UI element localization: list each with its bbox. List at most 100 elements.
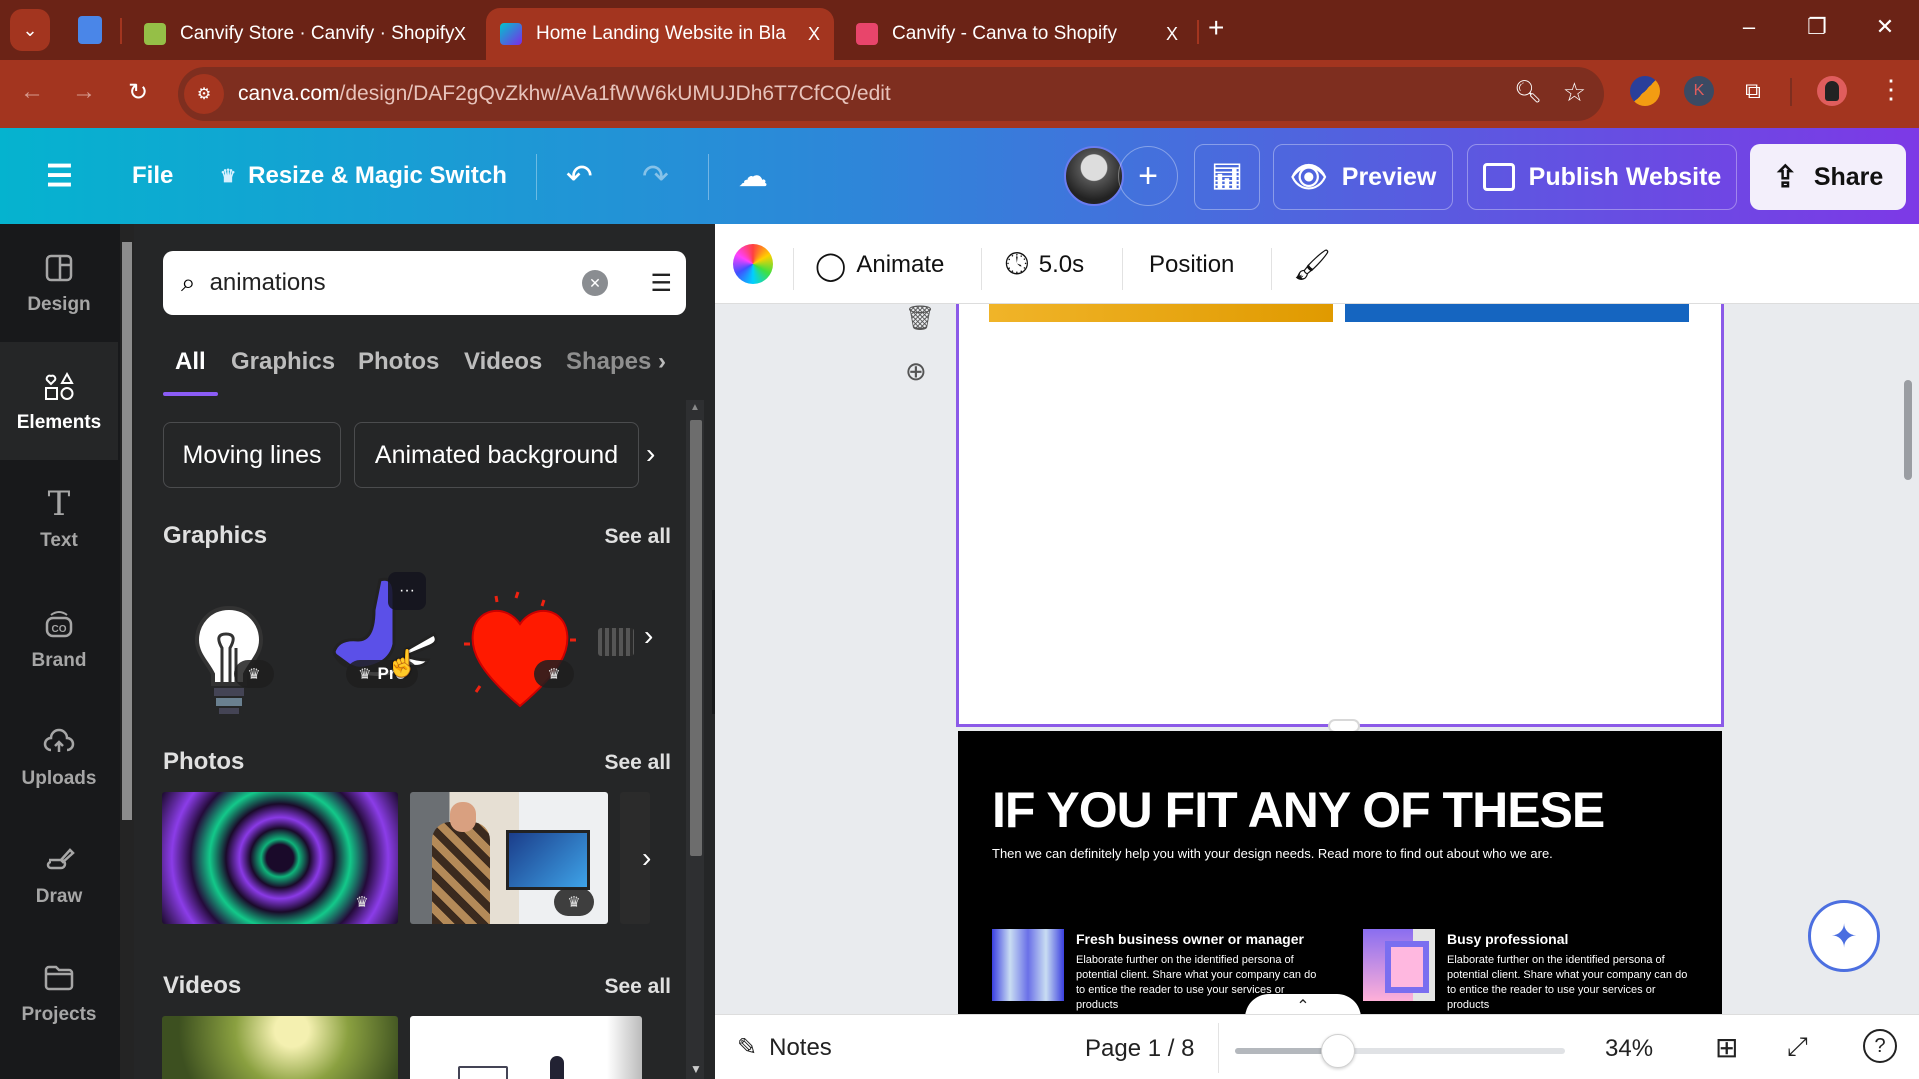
grid-view-button[interactable]: ⊞ [1715,1031,1738,1064]
section-subline[interactable]: Then we can definitely help you with you… [992,846,1553,861]
site-info-icon[interactable]: ⚙ [184,74,224,114]
tab-canvify-canva[interactable]: Canvify - Canva to Shopify X [842,8,1192,60]
nav-projects[interactable]: Projects [0,934,118,1052]
zoom-slider-knob[interactable] [1321,1034,1356,1068]
url-text[interactable]: canva.com/design/DAF2gQvZkhw/AVa1fWW6kUM… [238,82,891,106]
tab-shapes[interactable]: Shapes [566,348,651,376]
section-headline[interactable]: IF YOU FIT ANY OF THESE [992,781,1605,839]
close-tab-icon[interactable]: X [808,24,820,45]
nav-text[interactable]: T Text [0,460,118,578]
scroll-down-arrow[interactable]: ▼ [690,1062,702,1076]
resize-magic-switch-button[interactable]: ♛ Resize & Magic Switch [220,144,507,208]
page-section-selected[interactable] [956,304,1724,727]
graphic-partial[interactable] [598,628,634,656]
delete-page-icon[interactable]: 🗑︎ [905,304,935,333]
insights-button[interactable]: 📊︎ [1194,144,1260,210]
save-status-button[interactable]: ☁︎ [738,144,768,208]
magic-assistant-button[interactable]: ✦ [1808,900,1880,972]
videos-see-all[interactable]: See all [604,975,671,999]
nav-uploads[interactable]: Uploads [0,698,118,816]
tab-home-landing[interactable]: Home Landing Website in Black X [486,8,834,60]
close-tab-icon[interactable]: X [1166,24,1178,45]
video-illustration[interactable] [410,1016,642,1079]
position-button[interactable]: Position [1149,242,1234,288]
photos-next-arrow[interactable]: › [642,842,651,874]
back-button[interactable]: ← [20,78,44,106]
restore-button[interactable]: ❐ [1802,14,1832,40]
preview-button[interactable]: 👁︎ Preview [1273,144,1453,210]
profile-avatar[interactable] [1817,76,1847,106]
reload-button[interactable]: ↻ [128,78,148,107]
duration-button[interactable]: 🕓︎ 5.0s [1005,242,1084,288]
tab-all[interactable]: All [175,348,206,376]
zoom-percent[interactable]: 34% [1605,1035,1653,1063]
panel-scrollbar-thumb[interactable] [690,420,702,856]
rail-scrollbar-thumb[interactable] [122,242,132,820]
image-strip-yellow[interactable] [989,304,1333,322]
graphic-lightbulb[interactable] [184,588,274,728]
animate-button[interactable]: ◯ Animate [815,242,944,288]
forward-button[interactable]: → [72,78,96,106]
photos-see-all[interactable]: See all [604,751,671,775]
chips-next-arrow[interactable]: › [646,438,655,470]
bookmark-star-icon[interactable]: ☆ [1563,77,1586,108]
docs-icon[interactable] [78,16,102,44]
graphics-next-arrow[interactable]: › [644,620,653,652]
publish-website-button[interactable]: Publish Website [1467,144,1737,210]
collaborator-avatar[interactable] [1064,146,1124,206]
nav-design[interactable]: Design [0,224,118,342]
tab-photos[interactable]: Photos [358,348,439,376]
extensions-puzzle-icon[interactable]: ⧉ [1738,76,1768,106]
persona-title-1[interactable]: Fresh business owner or manager [1076,931,1304,947]
more-options-button[interactable]: ··· [388,572,426,610]
share-button[interactable]: ⇪ Share [1750,144,1906,210]
add-page-icon[interactable]: ⊕ [905,356,927,387]
extension-k-icon[interactable]: K [1684,76,1714,106]
canvas-scrollbar-thumb[interactable] [1904,380,1912,480]
tab-search-button[interactable]: ⌄ [10,9,50,51]
redo-button[interactable]: ↷ [642,144,669,208]
color-picker-button[interactable] [733,244,773,284]
chip-animated-background[interactable]: Animated background [354,422,639,488]
premium-crown-icon: ♛ [554,888,594,916]
file-menu-button[interactable]: File [132,144,173,208]
tab-graphics[interactable]: Graphics [231,348,335,376]
close-tab-icon[interactable]: X [454,24,466,45]
minimize-button[interactable]: – [1734,14,1764,40]
graphic-heart[interactable] [460,586,580,718]
notes-button[interactable]: ✎ Notes [737,1033,832,1062]
new-tab-button[interactable]: + [1208,12,1224,44]
filter-icon[interactable]: ☰ [650,269,672,298]
scroll-up-arrow[interactable]: ▲ [690,402,700,413]
copy-style-button[interactable]: 🖌︎ [1293,242,1331,288]
fullscreen-button[interactable]: ⤢ [1787,1031,1808,1063]
nav-draw[interactable]: Draw [0,816,118,934]
search-input[interactable] [209,269,540,297]
tab-videos[interactable]: Videos [464,348,542,376]
persona-title-2[interactable]: Busy professional [1447,931,1568,947]
omnibox[interactable]: ⚙ canva.com/design/DAF2gQvZkhw/AVa1fWW6k… [178,67,1604,121]
zoom-icon[interactable]: 🔍︎ [1514,79,1542,105]
nav-elements[interactable]: Elements [0,342,118,460]
page-indicator[interactable]: Page 1 / 8 [1085,1035,1194,1063]
nav-brand[interactable]: CO Brand [0,580,118,698]
browser-menu-icon[interactable]: ⋮ [1878,74,1904,105]
help-button[interactable]: ? [1863,1029,1897,1063]
persona-image-1[interactable] [992,929,1064,1001]
graphics-see-all[interactable]: See all [604,525,671,549]
undo-button[interactable]: ↶ [566,144,593,208]
main-menu-button[interactable]: ☰ [46,144,73,208]
invite-button[interactable]: + [1118,146,1178,206]
tab-canvify-store[interactable]: Canvify Store · Canvify · Shopify X [130,8,480,60]
extension-icon[interactable] [1630,76,1660,106]
persona-body-2[interactable]: Elaborate further on the identified pers… [1447,953,1692,1013]
window-close-button[interactable]: ✕ [1870,14,1900,40]
page-section-personas[interactable]: IF YOU FIT ANY OF THESE Then we can defi… [958,731,1722,1031]
persona-image-2[interactable] [1363,929,1435,1001]
video-forest[interactable] [162,1016,398,1079]
chip-moving-lines[interactable]: Moving lines [163,422,341,488]
tabs-next-arrow[interactable]: › [658,348,666,376]
clear-search-button[interactable]: ✕ [582,270,608,296]
zoom-slider[interactable] [1235,1034,1565,1068]
image-strip-blue[interactable] [1345,304,1689,322]
